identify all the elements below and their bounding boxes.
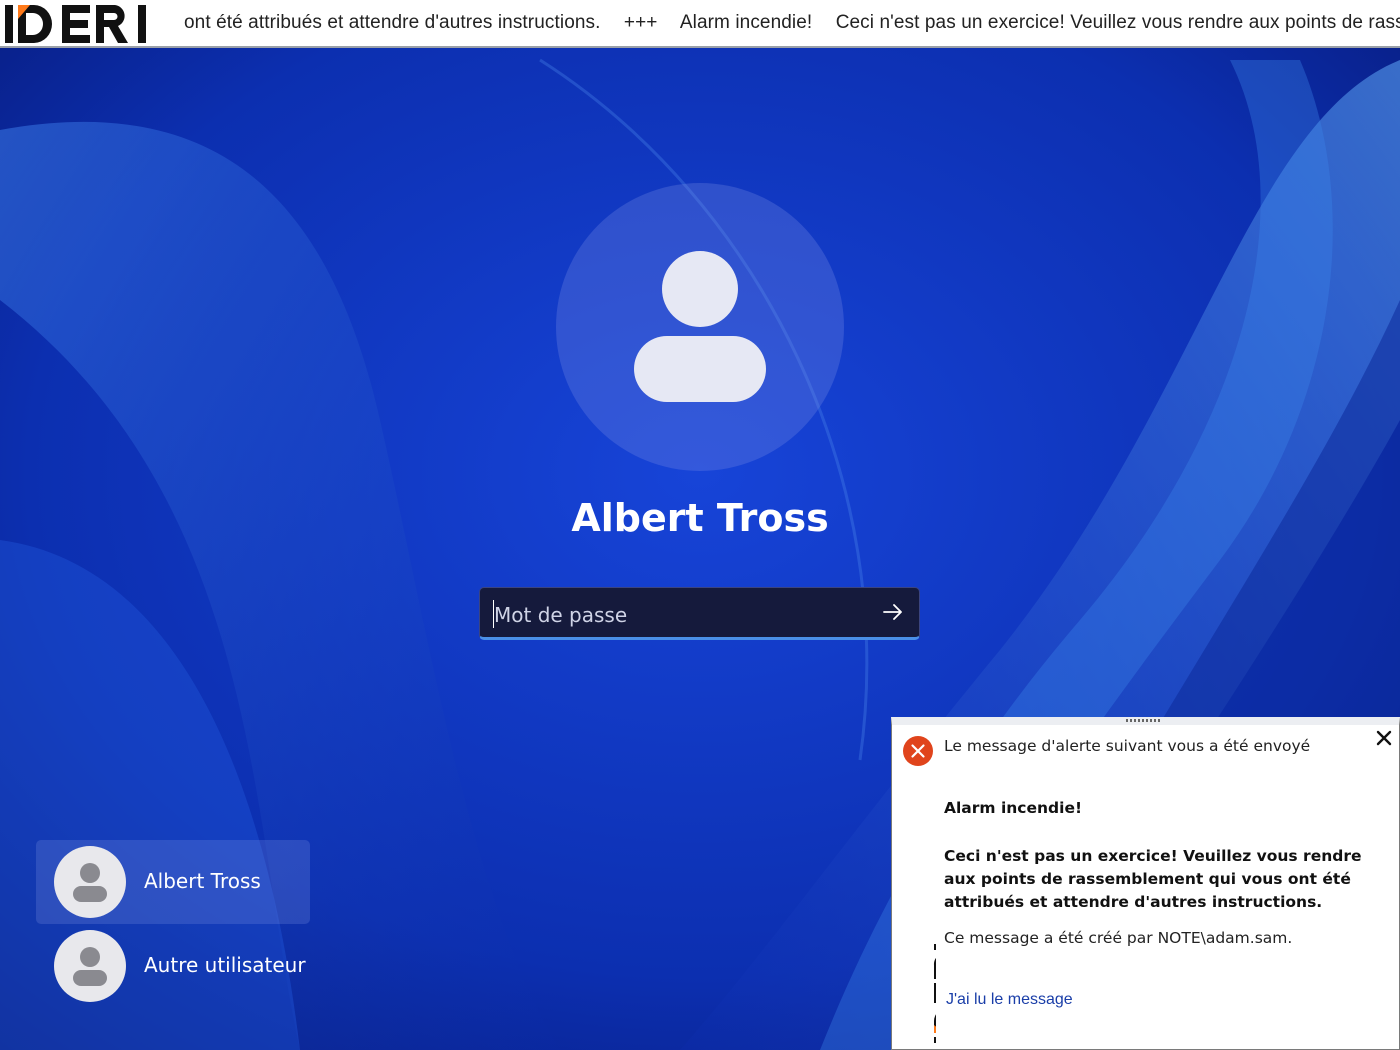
ideri-logo bbox=[0, 0, 176, 46]
ticker-message: ont été attribués et attendre d'autres i… bbox=[176, 12, 1400, 34]
user-tile-other-user[interactable]: Autre utilisateur bbox=[36, 924, 310, 1008]
alert-popup: Le message d'alerte suivant vous a été e… bbox=[891, 717, 1400, 1050]
text-caret bbox=[493, 600, 494, 628]
close-icon[interactable] bbox=[1375, 729, 1393, 747]
ticker-segment: Alarm incendie! bbox=[679, 12, 813, 33]
ideri-logo-vertical bbox=[933, 944, 936, 1043]
arrow-right-icon[interactable] bbox=[881, 600, 905, 624]
alert-title: Alarm incendie! bbox=[944, 799, 1083, 817]
user-avatar-large bbox=[556, 183, 844, 471]
user-tile-albert-tross[interactable]: Albert Tross bbox=[36, 840, 310, 924]
password-input[interactable] bbox=[492, 596, 866, 634]
alert-ticker-bar: ont été attribués et attendre d'autres i… bbox=[0, 0, 1400, 48]
person-icon bbox=[73, 863, 107, 902]
person-icon bbox=[634, 251, 766, 402]
resize-grip[interactable] bbox=[1126, 719, 1162, 722]
ticker-segment: ont été attribués et attendre d'autres i… bbox=[184, 12, 601, 33]
ticker-segment: Ceci n'est pas un exercice! Veuillez vou… bbox=[835, 12, 1400, 33]
person-icon bbox=[73, 947, 107, 986]
alert-intro-text: Le message d'alerte suivant vous a été e… bbox=[944, 737, 1311, 755]
password-field[interactable] bbox=[479, 587, 920, 640]
alert-body: Ceci n'est pas un exercice! Veuillez vou… bbox=[944, 847, 1362, 911]
error-icon bbox=[903, 736, 933, 766]
ticker-separator: +++ bbox=[623, 12, 658, 33]
user-tile-label: Albert Tross bbox=[144, 869, 261, 893]
alert-creator: Ce message a été créé par NOTE\adam.sam. bbox=[944, 929, 1293, 947]
avatar bbox=[54, 846, 126, 918]
login-username: Albert Tross bbox=[571, 496, 829, 540]
user-tile-label: Autre utilisateur bbox=[144, 953, 306, 977]
avatar bbox=[54, 930, 126, 1002]
acknowledge-link[interactable]: J'ai lu le message bbox=[946, 991, 1073, 1009]
